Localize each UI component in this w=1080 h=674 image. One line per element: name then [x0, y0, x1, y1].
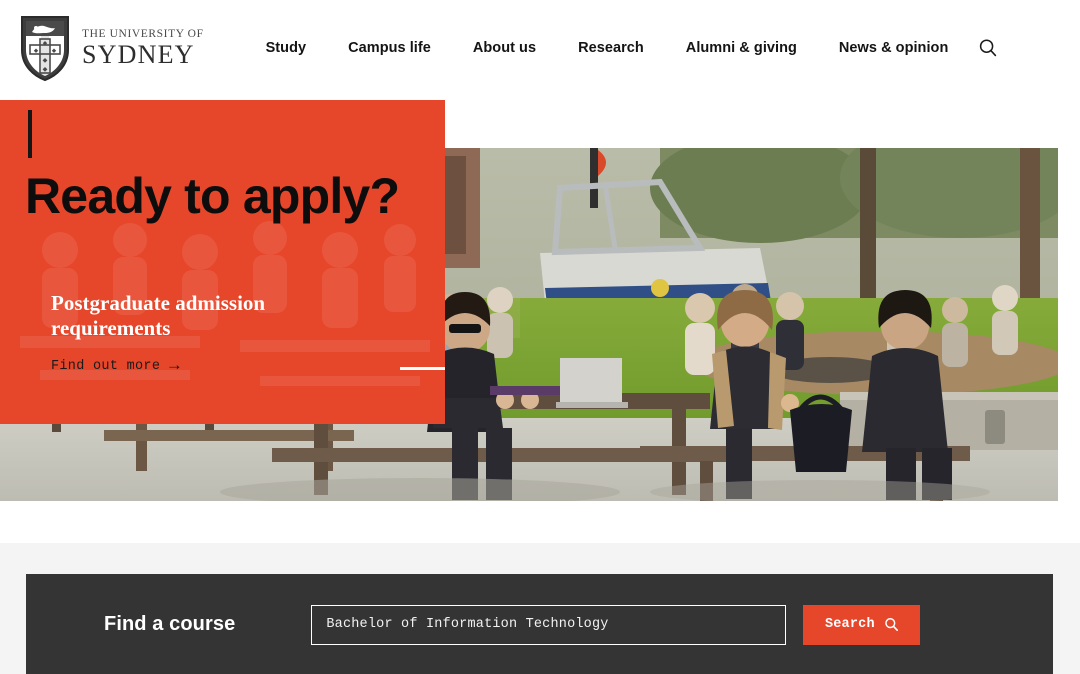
ghost-crowd-shapes [20, 221, 430, 386]
main-navigation: Study Campus life About us Research Alum… [266, 38, 999, 58]
logo-wordmark: THE UNIVERSITY OF SYDNEY [82, 28, 204, 68]
section-spacer [0, 525, 1080, 543]
logo-line-university: THE UNIVERSITY OF [82, 27, 204, 40]
hero-banner: Ready to apply? Postgraduate admission r… [0, 95, 1080, 525]
course-search-button[interactable]: Search [803, 604, 921, 645]
hero-title: Ready to apply? [25, 168, 400, 224]
university-crest-icon [21, 15, 69, 81]
site-header: THE UNIVERSITY OF SYDNEY Study Campus li… [0, 0, 1080, 95]
logo-line-sydney: SYDNEY [82, 39, 195, 69]
hero-accent-bar [28, 110, 32, 158]
hero-find-out-more-link[interactable]: Find out more → [51, 358, 180, 375]
nav-item-study[interactable]: Study [266, 40, 307, 56]
nav-item-about-us[interactable]: About us [473, 40, 536, 56]
hero-dash-marker [400, 367, 445, 370]
search-icon [884, 618, 898, 632]
hero-orange-panel: Ready to apply? Postgraduate admission r… [0, 100, 445, 424]
find-a-course-label: Find a course [104, 613, 236, 635]
nav-item-research[interactable]: Research [578, 40, 644, 56]
site-logo[interactable]: THE UNIVERSITY OF SYDNEY [18, 14, 204, 82]
search-icon[interactable] [978, 38, 998, 58]
find-a-course-section: Find a course Search [0, 543, 1080, 674]
nav-item-campus-life[interactable]: Campus life [348, 40, 431, 56]
nav-item-alumni-giving[interactable]: Alumni & giving [686, 40, 797, 56]
arrow-right-icon: → [169, 357, 180, 376]
hero-cta-label: Find out more [51, 359, 161, 374]
nav-item-news-opinion[interactable]: News & opinion [839, 40, 948, 56]
hero-panel-ghost-image [0, 100, 445, 424]
search-button-label: Search [824, 617, 875, 632]
course-search-input[interactable] [311, 604, 787, 645]
hero-subtitle: Postgraduate admission requirements [51, 291, 266, 340]
find-a-course-bar: Find a course Search [26, 574, 1053, 674]
